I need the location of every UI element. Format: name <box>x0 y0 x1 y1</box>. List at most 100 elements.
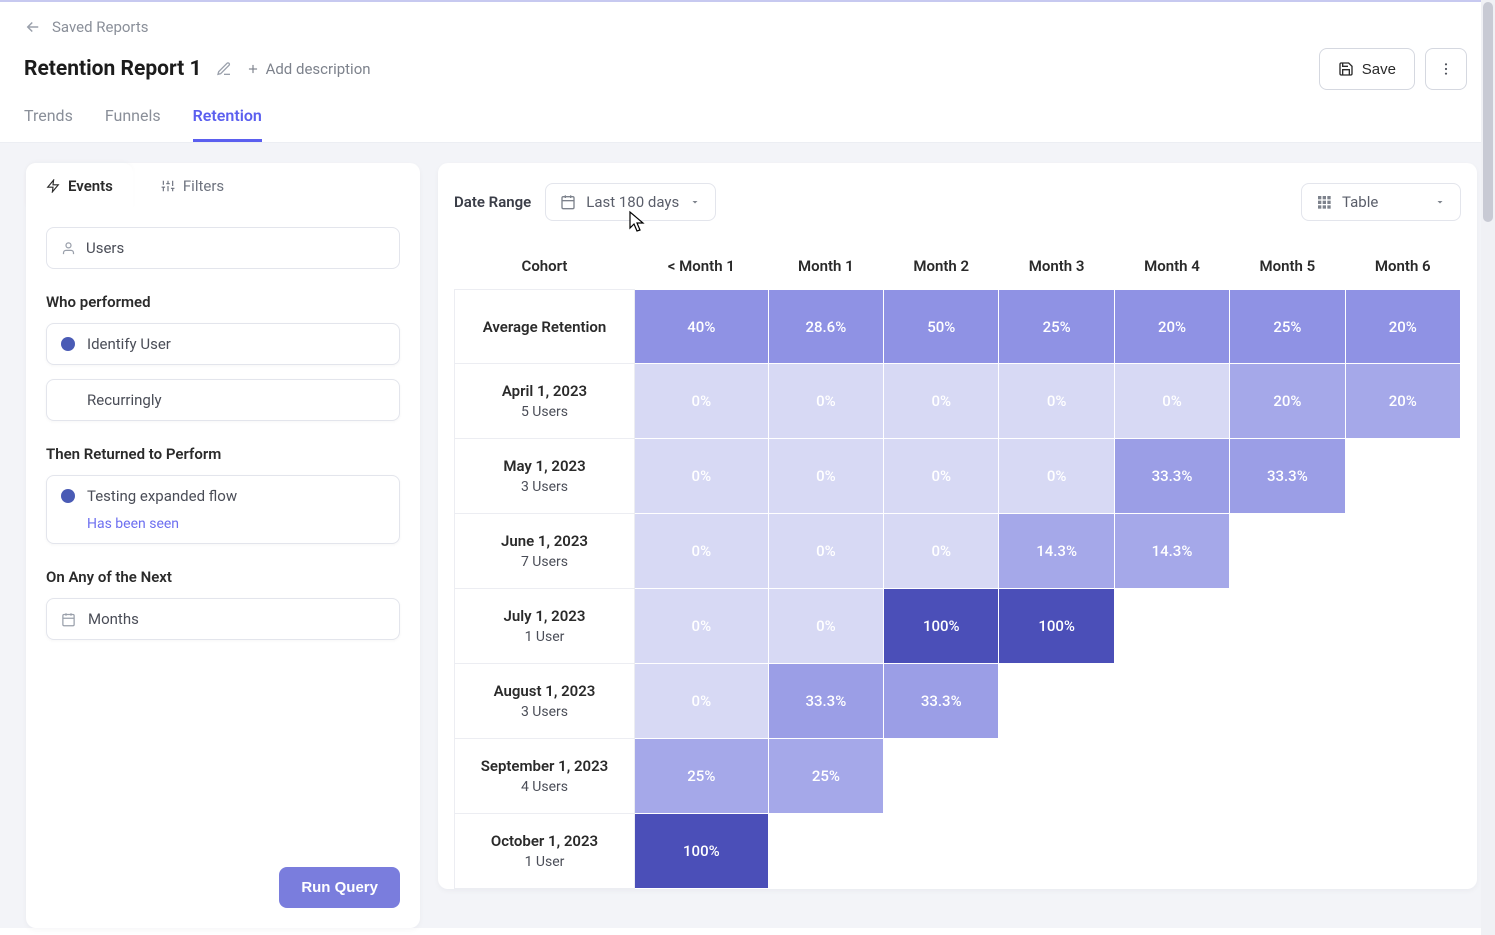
return-event-selector[interactable]: Testing expanded flow Has been seen <box>46 475 400 544</box>
date-range-value: Last 180 days <box>586 193 679 211</box>
retention-cell[interactable]: 0% <box>884 439 999 514</box>
retention-cell[interactable]: 20% <box>1114 290 1229 364</box>
retention-cell[interactable]: 100% <box>884 589 999 664</box>
retention-cell[interactable]: 0% <box>884 514 999 589</box>
retention-cell[interactable]: 14.3% <box>999 514 1114 589</box>
add-description-button[interactable]: Add description <box>246 60 371 78</box>
retention-cell[interactable]: 33.3% <box>884 664 999 739</box>
retention-cell[interactable]: 50% <box>884 290 999 364</box>
sidebar-tab-filters-label: Filters <box>183 177 224 195</box>
chevron-down-icon <box>689 196 701 208</box>
tab-trends[interactable]: Trends <box>24 96 73 142</box>
retention-cell[interactable]: 0% <box>999 439 1114 514</box>
table-header-period: Month 5 <box>1230 243 1345 290</box>
event-dot-icon <box>61 337 75 351</box>
view-type-selector[interactable]: Table <box>1301 183 1461 221</box>
interval-selector[interactable]: Months <box>46 598 400 640</box>
cohort-cell: October 1, 20231 User <box>455 814 635 889</box>
run-query-button[interactable]: Run Query <box>279 867 400 908</box>
kebab-icon <box>1438 61 1454 77</box>
retention-cell[interactable]: 0% <box>635 514 769 589</box>
retention-cell[interactable]: 0% <box>768 439 883 514</box>
retention-cell[interactable]: 0% <box>884 364 999 439</box>
calendar-icon <box>61 612 76 627</box>
table-row: April 1, 20235 Users0%0%0%0%0%20%20% <box>455 364 1461 439</box>
breadcrumb-label: Saved Reports <box>52 18 149 36</box>
retention-cell[interactable]: 100% <box>635 814 769 889</box>
table-row: May 1, 20233 Users0%0%0%0%33.3%33.3% <box>455 439 1461 514</box>
cohort-cell: May 1, 20233 Users <box>455 439 635 514</box>
breadcrumb[interactable]: Saved Reports <box>24 18 1467 36</box>
table-header-period: < Month 1 <box>635 243 769 290</box>
add-description-label: Add description <box>266 60 371 78</box>
retention-cell[interactable]: 28.6% <box>768 290 883 364</box>
retention-cell[interactable]: 0% <box>999 364 1114 439</box>
table-row: September 1, 20234 Users25%25% <box>455 739 1461 814</box>
retention-cell[interactable]: 25% <box>768 739 883 814</box>
table-header-cohort: Cohort <box>455 243 635 290</box>
retention-cell[interactable]: 40% <box>635 290 769 364</box>
retention-cell[interactable]: 33.3% <box>1230 439 1345 514</box>
recurring-selector[interactable]: Recurringly <box>46 379 400 421</box>
retention-table: Cohort< Month 1Month 1Month 2Month 3Mont… <box>454 243 1461 889</box>
initial-event-selector[interactable]: Identify User <box>46 323 400 365</box>
cohort-cell: June 1, 20237 Users <box>455 514 635 589</box>
retention-cell[interactable]: 20% <box>1345 364 1460 439</box>
sidebar-tab-events[interactable]: Events <box>26 163 133 209</box>
retention-cell[interactable]: 0% <box>635 439 769 514</box>
cohort-cell: August 1, 20233 Users <box>455 664 635 739</box>
section-who-performed: Who performed <box>46 293 400 311</box>
interval-label: Months <box>88 610 139 628</box>
scrollbar-track[interactable] <box>1481 0 1495 935</box>
bolt-icon <box>46 179 60 193</box>
section-then-returned: Then Returned to Perform <box>46 445 400 463</box>
retention-cell[interactable]: 0% <box>768 514 883 589</box>
audience-selector[interactable]: Users <box>46 227 400 269</box>
table-header-period: Month 6 <box>1345 243 1460 290</box>
retention-cell[interactable]: 33.3% <box>1114 439 1229 514</box>
retention-cell[interactable]: 25% <box>635 739 769 814</box>
section-on-any: On Any of the Next <box>46 568 400 586</box>
tab-retention[interactable]: Retention <box>193 96 262 142</box>
save-button[interactable]: Save <box>1319 48 1415 90</box>
chevron-down-icon <box>1434 196 1446 208</box>
audience-label: Users <box>86 239 124 257</box>
more-menu-button[interactable] <box>1425 48 1467 90</box>
sidebar-tab-filters[interactable]: Filters <box>141 163 244 209</box>
table-row: Average Retention40%28.6%50%25%20%25%20% <box>455 290 1461 364</box>
user-icon <box>61 241 76 256</box>
cohort-cell: September 1, 20234 Users <box>455 739 635 814</box>
table-header-period: Month 2 <box>884 243 999 290</box>
retention-cell[interactable]: 14.3% <box>1114 514 1229 589</box>
event-dot-icon <box>61 489 75 503</box>
save-button-label: Save <box>1362 61 1396 78</box>
retention-cell[interactable]: 25% <box>1230 290 1345 364</box>
run-query-label: Run Query <box>301 879 378 896</box>
retention-cell[interactable]: 100% <box>999 589 1114 664</box>
retention-cell[interactable]: 33.3% <box>768 664 883 739</box>
cohort-cell: Average Retention <box>455 290 635 364</box>
table-row: October 1, 20231 User100% <box>455 814 1461 889</box>
save-icon <box>1338 61 1354 77</box>
retention-cell[interactable]: 20% <box>1230 364 1345 439</box>
retention-cell[interactable]: 25% <box>999 290 1114 364</box>
retention-cell[interactable]: 20% <box>1345 290 1460 364</box>
table-header-period: Month 1 <box>768 243 883 290</box>
retention-cell[interactable]: 0% <box>768 364 883 439</box>
back-arrow-icon <box>24 18 42 36</box>
tab-funnels[interactable]: Funnels <box>105 96 161 142</box>
retention-cell[interactable]: 0% <box>635 364 769 439</box>
retention-cell[interactable]: 0% <box>768 589 883 664</box>
edit-title-icon[interactable] <box>216 61 232 77</box>
table-row: June 1, 20237 Users0%0%0%14.3%14.3% <box>455 514 1461 589</box>
retention-cell[interactable]: 0% <box>635 589 769 664</box>
table-row: July 1, 20231 User0%0%100%100% <box>455 589 1461 664</box>
date-range-selector[interactable]: Last 180 days <box>545 183 716 221</box>
retention-cell[interactable]: 0% <box>1114 364 1229 439</box>
retention-cell[interactable]: 0% <box>635 664 769 739</box>
date-range-label: Date Range <box>454 193 531 211</box>
scrollbar-thumb[interactable] <box>1483 2 1493 222</box>
cohort-cell: July 1, 20231 User <box>455 589 635 664</box>
return-event-sub: Has been seen <box>47 516 399 543</box>
return-event-label: Testing expanded flow <box>87 487 237 505</box>
